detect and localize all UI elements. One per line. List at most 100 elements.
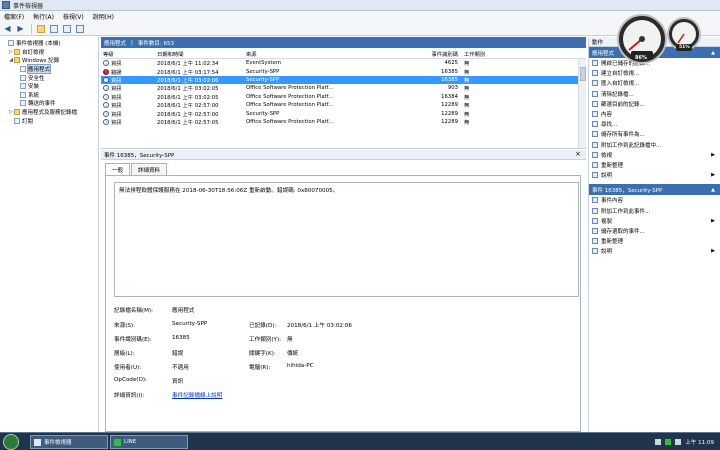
action-icon [592, 227, 598, 234]
table-row[interactable]: i 資訊 2018/6/1 上午 11:02:34 EventSystem 4625 無 [101, 59, 586, 67]
action-label: 儲存選取的事件... [601, 228, 645, 235]
section-event-title: 事件 16385，Security-SPP [592, 187, 663, 194]
action-item[interactable]: 複製 ▶ [589, 216, 720, 226]
table-row[interactable]: i 資訊 2018/6/1 上午 03:02:05 Office Software P… [101, 93, 586, 101]
toolbar-divider [31, 23, 32, 34]
table-row[interactable]: ! 錯誤 2018/6/1 上午 03:17:54 Security-SPP 16385… [101, 67, 586, 76]
action-item[interactable]: 重新整理 [589, 160, 720, 170]
action-icon [592, 172, 598, 179]
menu-help[interactable]: 說明(H) [93, 12, 114, 21]
action-item[interactable]: 檢視 ▶ [589, 150, 720, 160]
col-source[interactable]: 來源 [244, 50, 362, 58]
cell-level: i 資訊 [101, 84, 155, 92]
folder-up-icon[interactable] [35, 23, 46, 34]
action-item[interactable]: 說明 ▶ [589, 246, 720, 256]
clock[interactable]: 上午 11:09 [685, 438, 714, 446]
action-item[interactable]: 篩選目前的記錄... [589, 99, 720, 109]
volume-icon[interactable] [675, 439, 682, 445]
col-level[interactable]: 等級 [101, 50, 155, 58]
action-item[interactable]: 附加工作到此事件... [589, 205, 720, 215]
menu-action[interactable]: 執行(A) [33, 12, 54, 21]
menu-file[interactable]: 檔案(F) [4, 12, 24, 21]
collapse-icon[interactable]: ▲ [711, 187, 715, 193]
action-pane-icon[interactable] [74, 23, 85, 34]
computer-label: 電腦(R): [249, 365, 271, 371]
action-item[interactable]: 內容 [589, 109, 720, 119]
cell-event-id: 12289 [441, 118, 458, 125]
action-item[interactable]: 事件內容 [589, 195, 720, 205]
action-label: 內容 [601, 112, 613, 119]
cell-source: Office Software Protection Platf... [246, 118, 334, 125]
table-row[interactable]: i 資訊 2018/6/1 上午 03:02:05 Office Software P… [101, 84, 586, 92]
cpu-percent: 86% [635, 55, 647, 61]
action-item[interactable]: 匯入自訂檢視... [589, 78, 720, 88]
level-text: 資訊 [111, 111, 122, 118]
action-label: 尋找... [601, 122, 618, 129]
line-tray-icon[interactable] [665, 439, 672, 445]
help-icon[interactable] [61, 23, 72, 34]
network-icon[interactable] [655, 439, 662, 445]
tree-item[interactable]: 轉送的事件 [0, 99, 98, 108]
window-title: 事件檢視器 [13, 2, 44, 10]
action-item[interactable]: 尋找... [589, 119, 720, 129]
table-row[interactable]: i 資訊 2018/6/1 上午 03:02:06 Security-SPP 16385… [101, 75, 586, 85]
tree-item[interactable]: ▷ 應用程式及服務記錄檔 [0, 108, 98, 117]
cpu-meter-gadget[interactable] [612, 12, 708, 66]
task-value: 無 [287, 337, 293, 343]
taskbar-event-viewer[interactable]: 事件檢視器 [30, 435, 108, 449]
scroll-thumb[interactable] [580, 67, 586, 81]
tree-item[interactable]: 系統 [0, 91, 98, 100]
submenu-arrow-icon: ▶ [711, 151, 715, 158]
tree-item-label: 應用程式及服務記錄檔 [22, 110, 78, 117]
grid-scrollbar[interactable] [578, 59, 586, 148]
tree-item-label: Windows 記錄 [22, 58, 60, 65]
tree-item[interactable]: ◢ Windows 記錄 [0, 56, 98, 65]
action-item[interactable]: 說明 ▶ [589, 170, 720, 180]
actions-section-event[interactable]: 事件 16385，Security-SPP ▲ [589, 184, 720, 196]
logged-label: 已記錄(D): [249, 323, 277, 329]
more-info-label: 詳細資訊(I): [114, 393, 145, 399]
forward-icon[interactable]: ▶ [15, 23, 26, 34]
tree-item[interactable]: 安全性 [0, 73, 98, 82]
table-row[interactable]: i 資訊 2018/6/1 上午 02:57:05 Office Software P… [101, 118, 586, 126]
source-label: 來源(S): [114, 323, 135, 329]
action-icon [592, 121, 598, 128]
level-text: 資訊 [111, 86, 122, 93]
tab-details[interactable]: 詳細資料 [131, 163, 168, 175]
tree-item[interactable]: 訂閱 [0, 116, 98, 125]
collapse-icon[interactable]: ▲ [711, 50, 715, 56]
online-help-link[interactable]: 事件記錄檔線上說明 [172, 391, 222, 399]
cell-date: 2018/6/1 上午 11:02:34 [157, 61, 219, 68]
cell-date: 2018/6/1 上午 03:02:06 [157, 77, 219, 84]
event-description[interactable]: 無法排程軟體保護服務在 2018-06-30T18:56:06Z 重新啟動。錯誤… [114, 182, 579, 297]
col-event-id[interactable]: 事件識別碼 [362, 50, 462, 58]
event-viewer-icon [2, 1, 10, 9]
table-row[interactable]: i 資訊 2018/6/1 上午 02:57:00 Security-SPP 12289… [101, 109, 586, 118]
tree-item[interactable]: 應用程式 [0, 64, 98, 75]
action-item[interactable]: 附加工作到此記錄檔中... [589, 140, 720, 150]
taskbar-line[interactable]: LINE [110, 435, 188, 449]
tree-item[interactable]: 安裝 [0, 82, 98, 91]
action-item[interactable]: 建立自訂檢視... [589, 68, 720, 78]
action-item[interactable]: 清除記錄檔... [589, 89, 720, 99]
cell-source: Security-SPP [246, 110, 280, 117]
info-icon: i [103, 60, 109, 67]
tree-item[interactable]: ▷ 自訂檢視 [0, 48, 98, 57]
grid-header: 等級 日期和時間 來源 事件識別碼 工作類別 [101, 49, 586, 59]
col-date[interactable]: 日期和時間 [155, 50, 244, 58]
action-item[interactable]: 儲存選取的事件... [589, 226, 720, 236]
level-text: 資訊 [111, 103, 122, 110]
action-item[interactable]: 儲存所有事件為... [589, 129, 720, 139]
menu-view[interactable]: 檢視(V) [63, 12, 84, 21]
tree-item[interactable]: 事件檢視器 (本機) [0, 39, 98, 48]
col-task-category[interactable]: 工作類別 [462, 50, 522, 58]
table-row[interactable]: i 資訊 2018/6/1 上午 02:57:00 Office Software P… [101, 101, 586, 109]
back-icon[interactable]: ◀ [2, 23, 13, 34]
cell-event-id: 16385 [441, 68, 458, 75]
console-tree-icon[interactable] [48, 23, 59, 34]
close-icon[interactable]: × [575, 150, 581, 158]
start-button[interactable] [3, 434, 19, 450]
action-label: 檢視 [601, 152, 613, 159]
submenu-arrow-icon: ▶ [711, 172, 715, 179]
action-item[interactable]: 重新整理 [589, 236, 720, 246]
